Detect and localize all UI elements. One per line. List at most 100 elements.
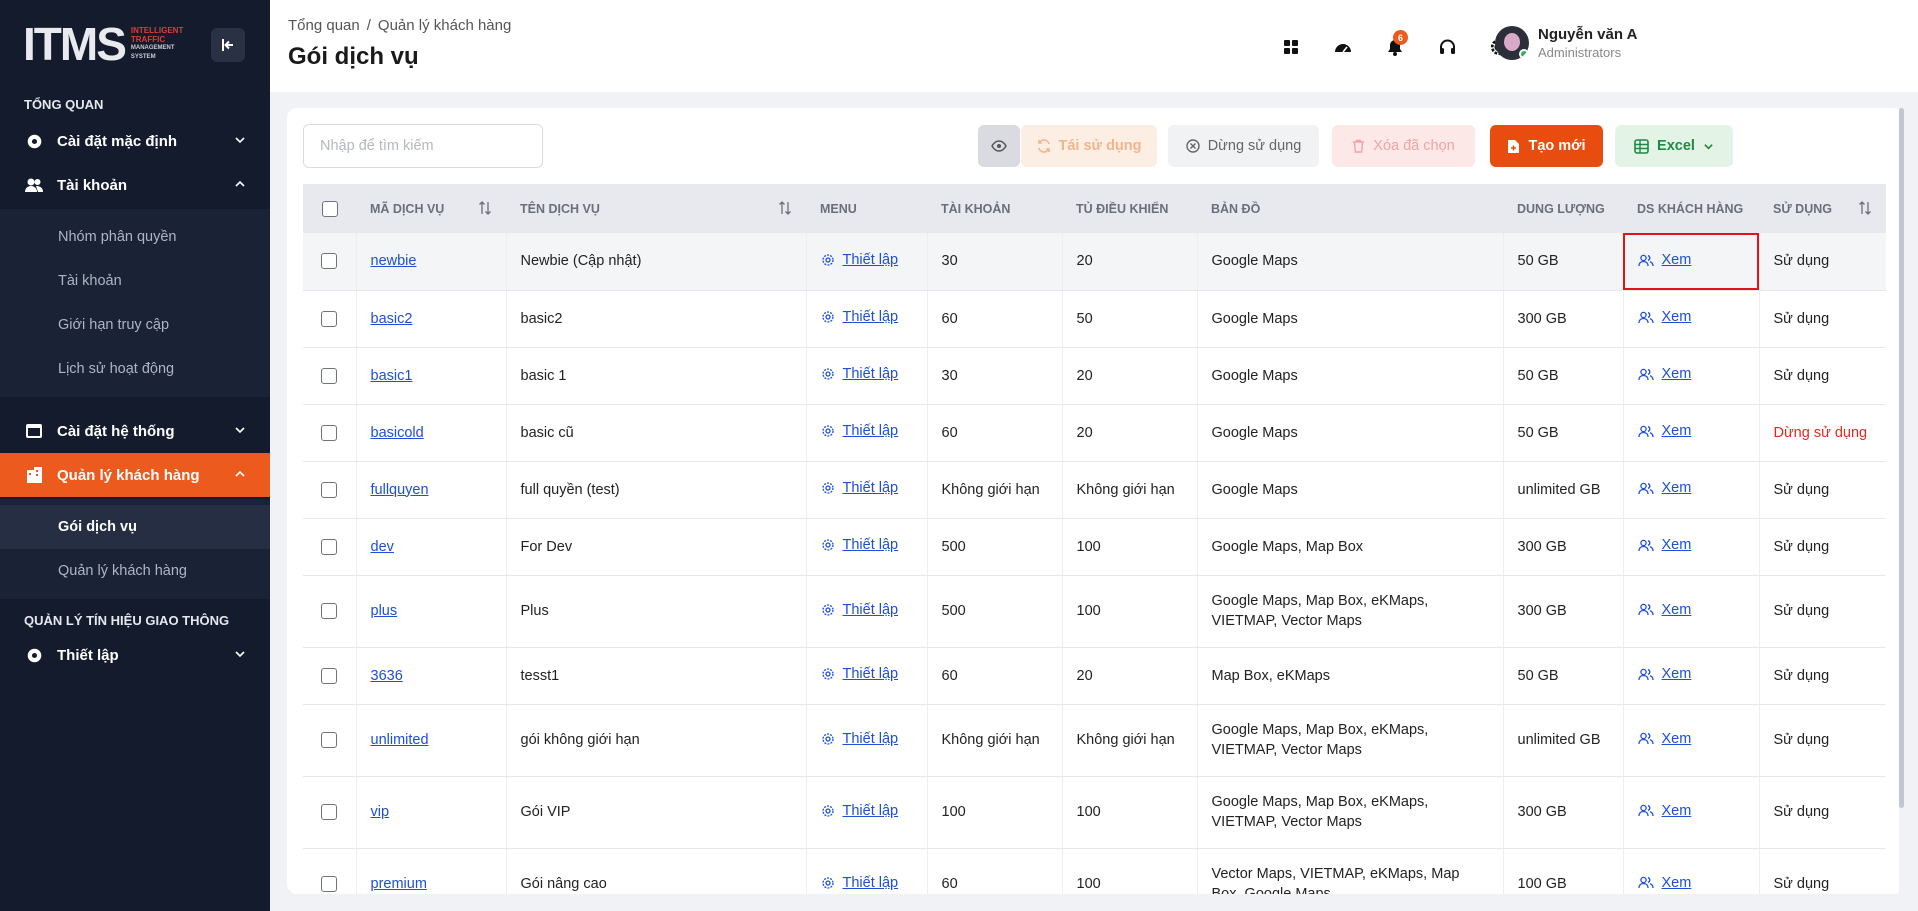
- service-code-link[interactable]: vip: [371, 804, 390, 820]
- table-row[interactable]: basicold basic cũ Thiết lập 60 20 Google Maps…: [303, 404, 1886, 462]
- sidebar-item-customers[interactable]: Quản lý khách hàng: [0, 549, 270, 593]
- delete-selected-button[interactable]: Xóa đã chọn: [1332, 125, 1475, 167]
- row-checkbox[interactable]: [321, 310, 338, 327]
- storage-cell: 300 GB: [1503, 776, 1624, 849]
- table-row[interactable]: basic2 basic2 Thiết lập 60 50 Google Maps 300 …: [303, 290, 1886, 348]
- setup-link[interactable]: Thiết lập: [821, 801, 898, 821]
- row-checkbox[interactable]: [321, 253, 338, 270]
- row-checkbox[interactable]: [321, 424, 338, 441]
- row-checkbox[interactable]: [321, 603, 338, 620]
- table-row[interactable]: fullquyen full quyền (test) Thiết lập Không…: [303, 461, 1886, 519]
- setup-link[interactable]: Thiết lập: [821, 421, 898, 441]
- create-new-button[interactable]: Tạo mới: [1490, 125, 1603, 167]
- row-checkbox[interactable]: [321, 732, 338, 749]
- service-code-link[interactable]: 3636: [371, 668, 403, 684]
- table-row[interactable]: unlimited gói không giới hạn Thiết lập Khôn…: [303, 704, 1886, 777]
- customers-cell: Xem: [1623, 848, 1760, 894]
- view-customers-link[interactable]: Xem: [1637, 364, 1691, 384]
- sidebar-item-activity-history[interactable]: Lịch sử hoạt động: [0, 347, 270, 391]
- service-code-link[interactable]: dev: [371, 539, 394, 555]
- service-code-link[interactable]: unlimited: [371, 732, 429, 748]
- row-checkbox[interactable]: [321, 667, 338, 684]
- service-packages-table: MÃ DỊCH VỤ TÊN DỊCH VỤ MENU TÀI KHOẢN TỦ…: [303, 184, 1886, 894]
- row-checkbox[interactable]: [321, 538, 338, 555]
- view-customers-link[interactable]: Xem: [1637, 478, 1691, 498]
- stop-using-button[interactable]: Dừng sử dụng: [1168, 125, 1319, 167]
- menu-system-settings[interactable]: Cài đặt hệ thống: [0, 409, 270, 453]
- view-customers-link[interactable]: Xem: [1637, 250, 1691, 270]
- sort-icon[interactable]: [1858, 201, 1872, 215]
- menu-setup[interactable]: Thiết lập: [0, 633, 270, 677]
- breadcrumb-home[interactable]: Tổng quan: [288, 17, 360, 34]
- table-row[interactable]: dev For Dev Thiết lập 500 100 Google Maps, Ma…: [303, 518, 1886, 576]
- table-row[interactable]: plus Plus Thiết lập 500 100 Google Maps, Map …: [303, 575, 1886, 648]
- col-name[interactable]: TÊN DỊCH VỤ: [506, 184, 806, 233]
- setup-link[interactable]: Thiết lập: [821, 664, 898, 684]
- row-checkbox[interactable]: [321, 481, 338, 498]
- table-row[interactable]: newbie Newbie (Cập nhật) Thiết lập 30 20 Goog…: [303, 233, 1886, 291]
- select-cell: [303, 776, 357, 849]
- sidebar-item-accounts[interactable]: Tài khoản: [0, 259, 270, 303]
- service-code-link[interactable]: fullquyen: [371, 482, 429, 498]
- setup-link[interactable]: Thiết lập: [821, 364, 898, 384]
- scrollbar-thumb[interactable]: [1899, 108, 1904, 808]
- service-code-link[interactable]: premium: [371, 876, 427, 892]
- setup-link[interactable]: Thiết lập: [821, 873, 898, 893]
- apps-button[interactable]: [1272, 28, 1310, 66]
- menu-default-settings[interactable]: Cài đặt mặc định: [0, 119, 270, 163]
- col-code[interactable]: MÃ DỊCH VỤ: [356, 184, 506, 233]
- setup-link[interactable]: Thiết lập: [821, 729, 898, 749]
- view-customers-link[interactable]: Xem: [1637, 307, 1691, 327]
- sidebar-item-service-packages[interactable]: Gói dịch vụ: [0, 505, 270, 549]
- support-button[interactable]: [1428, 28, 1466, 66]
- menu-customer-management[interactable]: Quản lý khách hàng: [0, 453, 270, 497]
- view-customers-link[interactable]: Xem: [1637, 801, 1691, 821]
- service-code-link[interactable]: basic2: [371, 311, 413, 327]
- view-customers-link[interactable]: Xem: [1637, 421, 1691, 441]
- maps-cell: Google Maps, Map Box, eKMaps, VIETMAP, V…: [1197, 776, 1504, 849]
- row-checkbox[interactable]: [321, 876, 338, 893]
- select-all-checkbox[interactable]: [321, 200, 338, 217]
- setup-link[interactable]: Thiết lập: [821, 478, 898, 498]
- scrollbar[interactable]: [1899, 108, 1905, 894]
- sort-icon[interactable]: [478, 201, 492, 215]
- view-customers-link[interactable]: Xem: [1637, 729, 1691, 749]
- row-checkbox[interactable]: [321, 804, 338, 821]
- view-customers-link[interactable]: Xem: [1637, 600, 1691, 620]
- table-row[interactable]: vip Gói VIP Thiết lập 100 100 Google Maps, Ma…: [303, 776, 1886, 849]
- user-menu[interactable]: Nguyễn văn A Administrators: [1495, 26, 1637, 60]
- toggle-columns-button[interactable]: [978, 125, 1020, 167]
- service-code-link[interactable]: basic1: [371, 368, 413, 384]
- collapse-sidebar-button[interactable]: [211, 28, 245, 62]
- setup-link[interactable]: Thiết lập: [821, 250, 898, 270]
- service-code-link[interactable]: basicold: [371, 425, 424, 441]
- table-row[interactable]: premium Gói nâng cao Thiết lập 60 100 Vector …: [303, 848, 1886, 894]
- excel-export-button[interactable]: Excel: [1615, 125, 1733, 167]
- table-row[interactable]: 3636 tesst1 Thiết lập 60 20 Map Box, eKMaps 50…: [303, 647, 1886, 705]
- menu-account[interactable]: Tài khoản: [0, 163, 270, 207]
- reuse-label: Tái sử dụng: [1058, 138, 1142, 154]
- sidebar-item-permission-groups[interactable]: Nhóm phân quyền: [0, 215, 270, 259]
- reuse-button[interactable]: Tái sử dụng: [1021, 125, 1157, 167]
- sort-icon[interactable]: [778, 201, 792, 215]
- service-code-link[interactable]: plus: [371, 603, 398, 619]
- notifications-button[interactable]: 6: [1376, 28, 1414, 66]
- online-status-dot: [1519, 49, 1529, 59]
- row-checkbox[interactable]: [321, 367, 338, 384]
- setup-link[interactable]: Thiết lập: [821, 307, 898, 327]
- table-row[interactable]: basic1 basic 1 Thiết lập 30 20 Google Maps 50 …: [303, 347, 1886, 405]
- storage-cell: 50 GB: [1503, 347, 1624, 405]
- setup-link[interactable]: Thiết lập: [821, 535, 898, 555]
- view-customers-link[interactable]: Xem: [1637, 873, 1691, 893]
- sidebar-item-access-limits[interactable]: Giới hạn truy cập: [0, 303, 270, 347]
- search-input[interactable]: [303, 124, 543, 168]
- select-cell: [303, 575, 357, 648]
- view-customers-link[interactable]: Xem: [1637, 535, 1691, 555]
- col-status[interactable]: SỬ DỤNG: [1759, 184, 1886, 233]
- view-customers-link[interactable]: Xem: [1637, 664, 1691, 684]
- service-code-link[interactable]: newbie: [371, 253, 417, 269]
- code-cell: 3636: [356, 647, 507, 705]
- breadcrumb-current[interactable]: Quản lý khách hàng: [378, 17, 511, 34]
- setup-link[interactable]: Thiết lập: [821, 600, 898, 620]
- dashboard-button[interactable]: [1324, 28, 1362, 66]
